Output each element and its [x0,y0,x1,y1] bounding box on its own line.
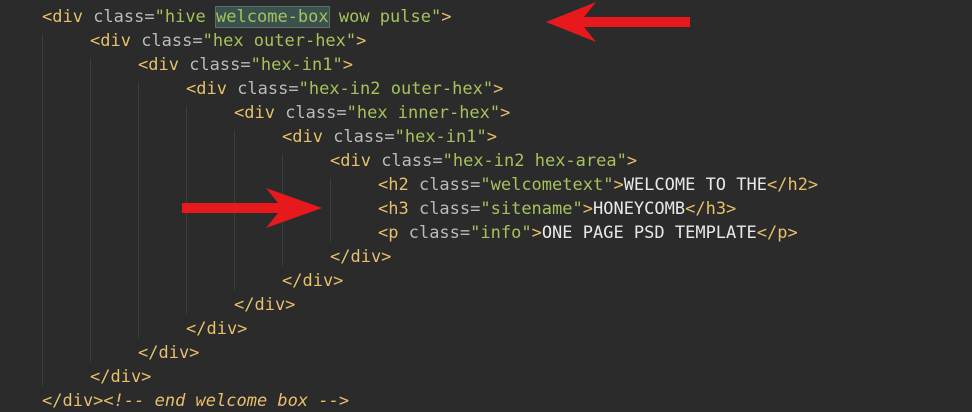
attr-name: class= [141,31,203,51]
indent-guide [90,58,91,362]
attr-value: "hex outer-hex" [202,31,357,51]
tag-close: > [531,223,542,243]
text-content: WELCOME TO THE [623,175,767,195]
text-content: ONE PAGE PSD TEMPLATE [541,223,757,243]
attr-value: "hex-in1" [250,55,343,75]
code-line-11[interactable]: </div> [330,245,391,269]
tag-open: <div [90,31,142,51]
indent-guide [330,178,331,242]
tag-open: <h2 [378,175,419,195]
code-editor[interactable]: <div class="hive welcome-box wow pulse">… [0,0,972,412]
code-line-1[interactable]: <div class="hive welcome-box wow pulse"> [42,5,451,29]
tag-close: > [342,55,353,75]
attr-name: class= [418,199,481,219]
tag-open: <div [234,103,286,123]
tag-close: > [582,199,593,219]
attr-value: wow pulse" [328,7,442,27]
tag-end: </div> [234,295,296,315]
tag-open: <div [282,127,334,147]
code-line-3[interactable]: <div class="hex-in1"> [138,53,353,77]
attr-value: "hex-in2 outer-hex" [298,79,494,99]
arrow-right-icon [182,188,322,228]
attr-value: "hex-in1" [394,127,487,147]
tag-close: > [626,151,638,171]
code-comment: <!-- end welcome box --> [103,391,350,411]
attr-name: class= [285,103,347,123]
code-line-12[interactable]: </div> [282,269,343,293]
tag-open: <div [42,7,94,27]
tag-end: </div> [138,343,200,363]
attr-name: class= [93,7,155,27]
tag-end: </div> [90,367,152,387]
tag-close: > [493,79,504,99]
attr-name: class= [189,55,251,75]
tag-close: > [613,175,624,195]
code-line-10[interactable]: <p class="info">ONE PAGE PSD TEMPLATE</p… [378,221,798,245]
code-line-9[interactable]: <h3 class="sitename">HONEYCOMB</h3> [378,197,736,221]
tag-end: </div> [42,391,104,411]
code-line-14[interactable]: </div> [186,317,247,341]
tag-end: </p> [756,223,798,243]
attr-value: "sitename" [480,199,583,219]
tag-open: <div [186,79,238,99]
tag-end: </h2> [766,175,819,195]
indent-guide [42,34,43,386]
tag-close: > [441,7,452,27]
attr-value: "hive [154,7,217,27]
text-content: HONEYCOMB [592,199,686,219]
tag-close: > [356,31,367,51]
tag-open: <h3 [378,199,419,219]
tag-close: > [486,127,497,147]
code-line-13[interactable]: </div> [234,293,295,317]
tag-end: </div> [186,319,248,339]
attr-name: class= [237,79,299,99]
code-line-5[interactable]: <div class="hex inner-hex"> [234,101,510,125]
tag-end: </div> [330,247,392,267]
attr-value: "welcometext" [480,175,614,195]
arrow-left-icon [546,2,690,42]
tag-open: <div [138,55,190,75]
indent-guide [138,82,139,338]
attr-name: class= [408,223,471,243]
code-line-2[interactable]: <div class="hex outer-hex"> [90,29,366,53]
tag-open: <div [330,151,382,171]
attr-value: "info" [470,223,532,243]
attr-value: "hex-in2 hex-area" [442,151,627,171]
code-line-6[interactable]: <div class="hex-in1"> [282,125,497,149]
tag-end: </h3> [685,199,737,219]
code-line-4[interactable]: <div class="hex-in2 outer-hex"> [186,77,503,101]
attr-value: "hex inner-hex" [346,103,501,123]
attr-name: class= [418,175,481,195]
tag-end: </div> [282,271,344,291]
code-line-16[interactable]: </div> [90,365,151,389]
tag-close: > [500,103,511,123]
attr-name: class= [333,127,395,147]
tag-open: <p [378,223,409,243]
attr-name: class= [381,151,443,171]
code-line-8[interactable]: <h2 class="welcometext">WELCOME TO THE</… [378,173,818,197]
code-line-7[interactable]: <div class="hex-in2 hex-area"> [330,149,637,173]
code-line-15[interactable]: </div> [138,341,199,365]
code-line-17[interactable]: </div><!-- end welcome box --> [42,389,349,412]
search-highlight: welcome-box [215,6,330,28]
